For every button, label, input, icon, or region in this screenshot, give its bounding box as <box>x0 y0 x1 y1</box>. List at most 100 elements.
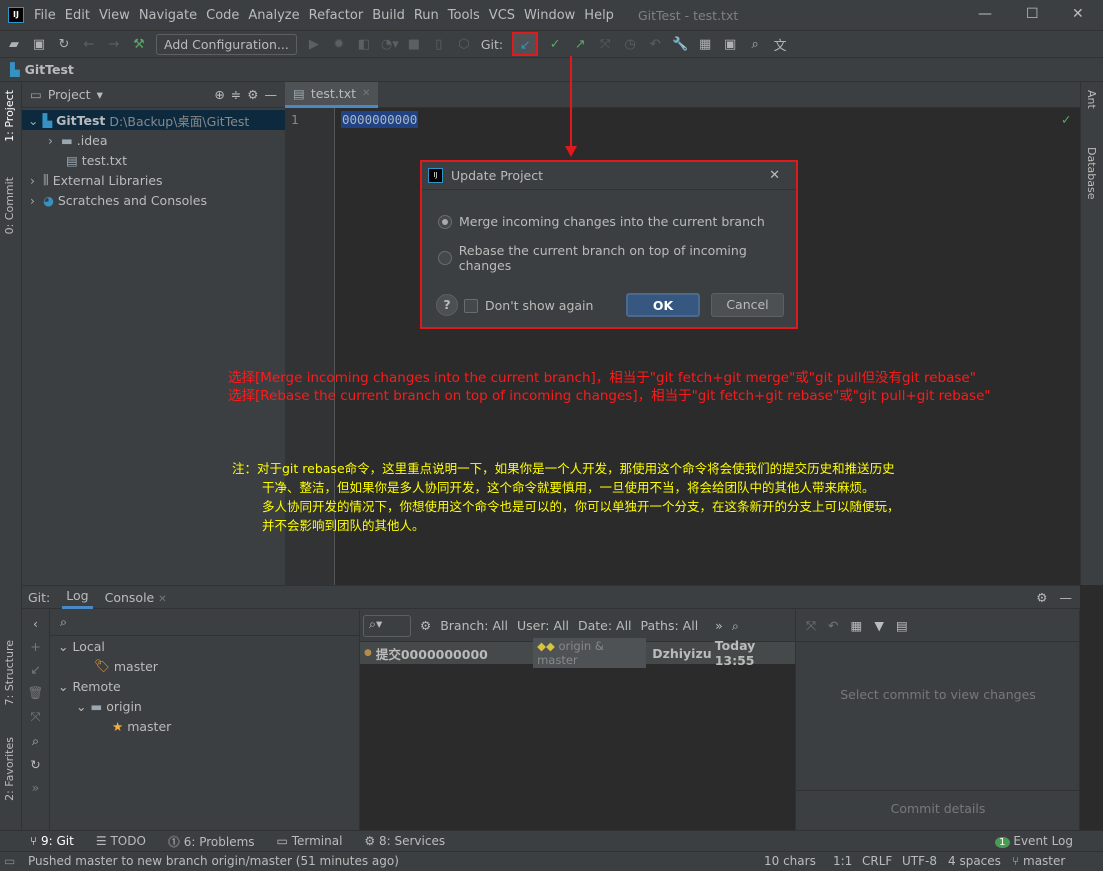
encoding[interactable]: UTF-8 <box>902 854 937 868</box>
debug-icon[interactable]: ✹ <box>331 37 347 52</box>
menu-navigate[interactable]: Navigate <box>139 8 197 23</box>
close-tab-icon[interactable]: ✕ <box>362 88 370 99</box>
close-icon[interactable]: ✕ <box>1072 6 1084 22</box>
update-icon[interactable]: ↙ <box>30 662 40 677</box>
menu-analyze[interactable]: Analyze <box>248 8 299 23</box>
branch-remote[interactable]: ⌄ Remote <box>50 676 359 696</box>
branch-search[interactable]: ⌕ <box>50 610 359 636</box>
tree-root[interactable]: ⌄ ▙ GitTest D:\Backup\桌面\GitTest <box>22 110 285 130</box>
more-icon[interactable]: » <box>715 618 723 633</box>
menu-window[interactable]: Window <box>524 8 575 23</box>
filter-user[interactable]: User: All <box>517 618 569 633</box>
breadcrumb-project[interactable]: GitTest <box>25 62 74 77</box>
menu-help[interactable]: Help <box>584 8 614 23</box>
more-icon[interactable]: » <box>32 780 40 795</box>
filter-branch[interactable]: Branch: All <box>440 618 508 633</box>
preview-icon[interactable]: ▤ <box>896 618 908 633</box>
menu-tools[interactable]: Tools <box>448 8 480 23</box>
open-folder-icon[interactable]: ▰ <box>6 37 22 52</box>
history-icon[interactable]: ◷ <box>622 37 638 52</box>
branch-origin[interactable]: ⌄ ▬ origin <box>50 696 359 716</box>
editor-content[interactable]: 0000000000 <box>341 111 419 128</box>
dialog-close-icon[interactable]: ✕ <box>769 168 780 183</box>
menu-build[interactable]: Build <box>372 8 405 23</box>
tree-item-external-libraries[interactable]: › ⫼ External Libraries <box>22 170 285 190</box>
filter-paths[interactable]: Paths: All <box>641 618 699 633</box>
commit-check-icon[interactable]: ✓ <box>547 37 563 52</box>
status-message[interactable]: Pushed master to new branch origin/maste… <box>28 854 399 868</box>
commit-row[interactable]: ● 提交0000000000 ◆◆ origin & master Dzhiyi… <box>360 638 795 668</box>
cancel-button[interactable]: Cancel <box>711 293 784 317</box>
save-icon[interactable]: ▣ <box>31 37 47 52</box>
tree-item-scratches[interactable]: › ◕ Scratches and Consoles <box>22 190 285 210</box>
group-icon[interactable]: ▦ <box>851 618 863 633</box>
branch-local[interactable]: ⌄ Local <box>50 636 359 656</box>
filter-date[interactable]: Date: All <box>578 618 632 633</box>
menu-refactor[interactable]: Refactor <box>309 8 364 23</box>
help-button[interactable]: ? <box>436 294 458 316</box>
tab-test-txt[interactable]: ▤ test.txt ✕ <box>285 81 379 108</box>
tab-terminal[interactable]: ▭ Terminal <box>277 834 343 848</box>
branch-local-master[interactable]: 🏷 master <box>50 656 359 676</box>
tab-git[interactable]: ⑂ 9: Git <box>30 834 74 848</box>
attach-icon[interactable]: ⬡ <box>456 37 472 52</box>
add-configuration-button[interactable]: Add Configuration... <box>156 33 297 55</box>
tab-todo[interactable]: ☰ TODO <box>96 834 146 848</box>
caret-position[interactable]: 1:1 <box>833 854 852 868</box>
collapse-icon[interactable]: ≑ <box>231 87 241 102</box>
filter-icon[interactable]: ▼ <box>874 618 884 633</box>
minimize-icon[interactable]: — <box>978 6 992 22</box>
git-branch[interactable]: ⑂ master <box>1012 854 1065 868</box>
forward-icon[interactable]: → <box>106 37 122 52</box>
tab-console[interactable]: Console ✕ <box>105 590 167 605</box>
line-separator[interactable]: CRLF <box>862 854 892 868</box>
indent[interactable]: 4 spaces <box>948 854 1001 868</box>
menu-vcs[interactable]: VCS <box>489 8 515 23</box>
compare-icon[interactable]: ⤧ <box>597 37 613 52</box>
tab-services[interactable]: ⚙ 8: Services <box>364 834 445 848</box>
project-view-selector[interactable]: Project <box>48 87 91 102</box>
dont-show-checkbox[interactable]: Don't show again <box>464 298 593 313</box>
tab-project[interactable]: 1: Project <box>3 90 16 142</box>
menu-view[interactable]: View <box>99 8 130 23</box>
locate-icon[interactable]: ⊕ <box>214 87 224 102</box>
search-icon[interactable]: ⌕ <box>32 733 39 749</box>
radio-merge[interactable]: Merge incoming changes into the current … <box>438 214 765 229</box>
menu-file[interactable]: File <box>34 8 56 23</box>
search-icon[interactable]: ⌕ <box>732 618 739 634</box>
stop-icon[interactable]: ■ <box>406 37 422 52</box>
tree-item-idea[interactable]: › ▬ .idea <box>22 130 285 150</box>
project-structure-icon[interactable]: ▦ <box>697 37 713 52</box>
compare-icon[interactable]: ⤧ <box>30 709 40 725</box>
back-icon[interactable]: ← <box>81 37 97 52</box>
hide-icon[interactable]: — <box>265 87 278 102</box>
tab-log[interactable]: Log <box>62 585 93 609</box>
tab-commit[interactable]: 0: Commit <box>3 177 16 234</box>
tab-ant[interactable]: Ant <box>1085 90 1098 109</box>
rollback-icon[interactable]: ↶ <box>647 37 663 52</box>
tab-structure[interactable]: 7: Structure <box>3 640 16 705</box>
menu-run[interactable]: Run <box>414 8 439 23</box>
event-log[interactable]: 1 Event Log <box>995 834 1073 848</box>
tree-item-test-txt[interactable]: ▤ test.txt <box>22 150 285 170</box>
gear-icon[interactable]: ⚙ <box>247 87 258 102</box>
translate-icon[interactable]: 文 <box>772 35 788 54</box>
delete-icon[interactable]: 🗑 <box>28 685 44 701</box>
log-settings-icon[interactable]: ⚙ <box>420 618 431 633</box>
menu-edit[interactable]: Edit <box>65 8 90 23</box>
cherry-pick-icon[interactable]: ⤧ <box>806 618 816 634</box>
hide-icon[interactable]: — <box>1060 590 1073 605</box>
settings-wrench-icon[interactable]: 🔧 <box>672 37 688 52</box>
ok-button[interactable]: OK <box>626 293 700 317</box>
device-icon[interactable]: ▯ <box>431 37 447 52</box>
back-icon[interactable]: ‹ <box>33 616 38 631</box>
profile-icon[interactable]: ◔▾ <box>381 37 399 52</box>
update-project-button[interactable]: ↙ <box>512 32 539 56</box>
gear-icon[interactable]: ⚙ <box>1036 590 1047 605</box>
build-hammer-icon[interactable]: ⚒ <box>131 37 147 52</box>
menu-code[interactable]: Code <box>206 8 239 23</box>
branch-remote-master[interactable]: ★ master <box>50 716 359 736</box>
tab-favorites[interactable]: 2: Favorites <box>3 737 16 801</box>
maximize-icon[interactable]: ☐ <box>1026 6 1039 22</box>
coverage-icon[interactable]: ◧ <box>356 37 372 52</box>
